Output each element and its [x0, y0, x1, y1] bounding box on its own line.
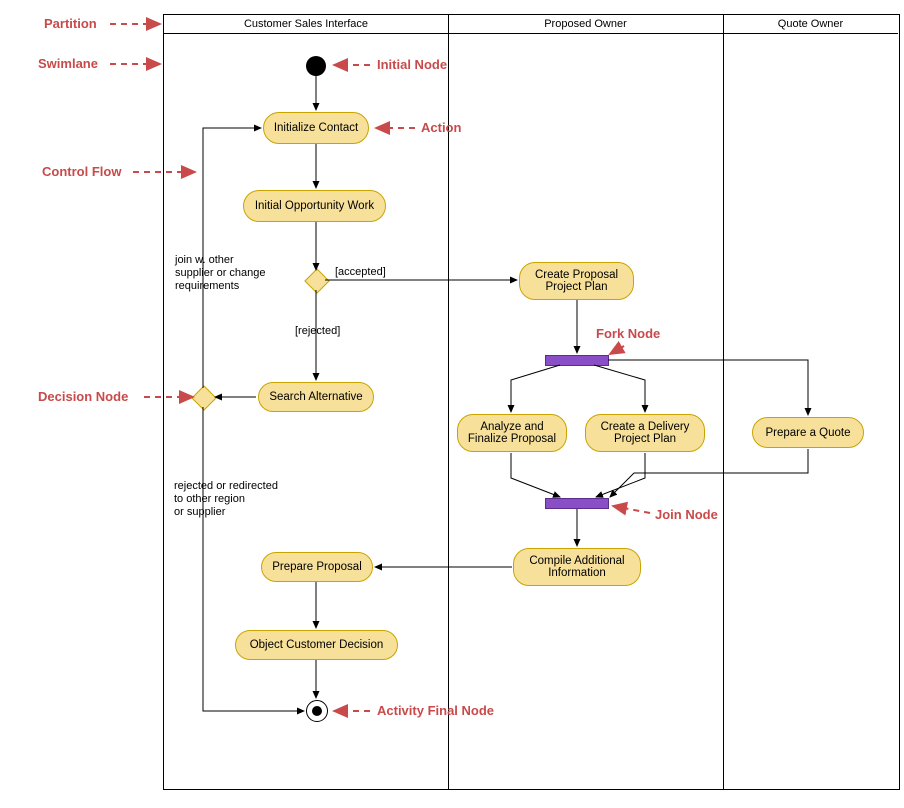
fork-node — [545, 355, 609, 366]
action-compile-info: Compile Additional Information — [513, 548, 641, 586]
annot-join: Join Node — [655, 507, 718, 522]
guard-redirect: rejected or redirected to other region o… — [174, 480, 278, 520]
action-initial-opportunity: Initial Opportunity Work — [243, 190, 386, 222]
lane-header-3: Quote Owner — [723, 15, 898, 34]
action-analyze-finalize: Analyze and Finalize Proposal — [457, 414, 567, 452]
action-search-alternative: Search Alternative — [258, 382, 374, 412]
lane-divider-2 — [723, 15, 724, 789]
guard-rejected: [rejected] — [295, 325, 340, 338]
lane-header-1: Customer Sales Interface — [164, 15, 448, 34]
action-prepare-proposal: Prepare Proposal — [261, 552, 373, 582]
initial-node — [306, 56, 326, 76]
annot-swimlane: Swimlane — [38, 56, 98, 71]
annot-fork: Fork Node — [596, 326, 660, 341]
action-prepare-quote: Prepare a Quote — [752, 417, 864, 448]
action-object-decision: Object Customer Decision — [235, 630, 398, 660]
annot-final: Activity Final Node — [377, 703, 494, 718]
annot-partition: Partition — [44, 16, 97, 31]
annot-action: Action — [421, 120, 461, 135]
join-node — [545, 498, 609, 509]
action-create-delivery-plan: Create a Delivery Project Plan — [585, 414, 705, 452]
guard-accepted: [accepted] — [335, 266, 386, 279]
annot-decision: Decision Node — [38, 389, 128, 404]
lane-header-2: Proposed Owner — [448, 15, 723, 34]
guard-join-req: join w. other supplier or change require… — [175, 254, 266, 294]
annot-initial: Initial Node — [377, 57, 447, 72]
annot-controlflow: Control Flow — [42, 164, 121, 179]
action-create-proposal-plan: Create Proposal Project Plan — [519, 262, 634, 300]
action-initialize-contact: Initialize Contact — [263, 112, 369, 144]
activity-final-node — [306, 700, 328, 722]
